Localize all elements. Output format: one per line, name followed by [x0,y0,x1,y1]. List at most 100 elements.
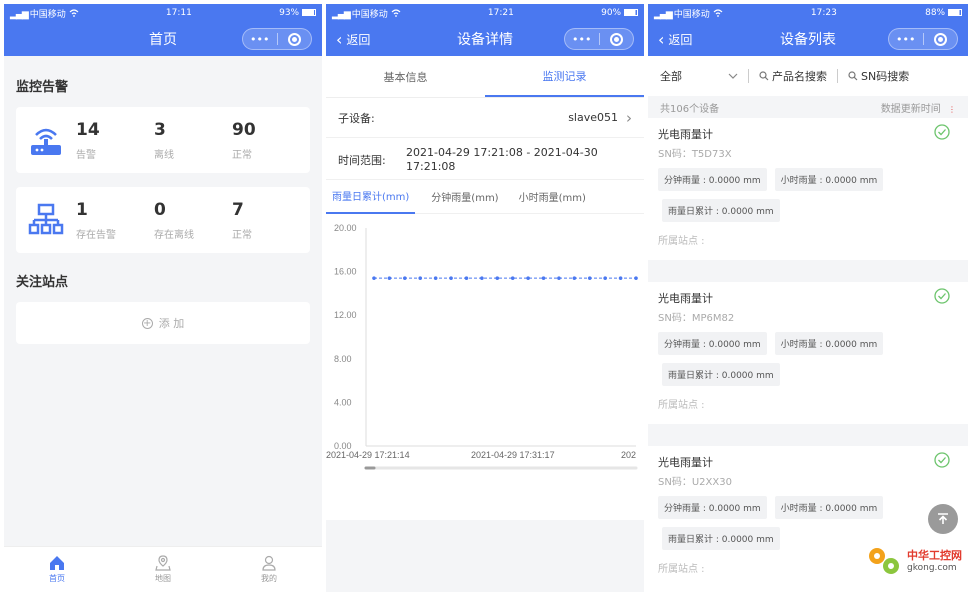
product-search-placeholder: 产品名搜索 [772,70,827,83]
sort-control[interactable]: 数据更新时间 ⋮ [881,100,956,115]
tab-bar: 首页 地图 我的 [4,546,322,592]
sn-search[interactable]: SN码搜索 [848,68,909,84]
x-tick-label: 2021-04-29 17:21:14 [326,450,410,460]
more-button[interactable]: ••• [889,33,923,46]
search-icon [848,71,858,81]
wifi-icon [69,8,79,17]
data-point [587,276,592,280]
data-point [403,276,407,280]
data-point [387,276,392,280]
more-button[interactable]: ••• [565,33,599,46]
subdevice-label: 子设备: [338,111,375,125]
minute-rainfall-chip: 分钟雨量 : 0.0000 mm [658,332,767,355]
data-point [495,276,500,280]
data-point [510,276,515,280]
product-search[interactable]: 产品名搜索 [759,68,827,84]
category-value: 全部 [660,70,682,83]
alarm-stat: 14 告警 [76,120,154,161]
watermark: 中华工控网 gkong.com [864,542,962,578]
device-count: 共106个设备 [660,103,720,115]
data-point [480,276,484,280]
clock: 17:21 [487,8,514,18]
subdevice-row[interactable]: 子设备: slave051 › [326,98,644,138]
home-icon [50,556,64,570]
minute-rainfall-chip: 分钟雨量 : 0.0000 mm [658,496,767,519]
chevron-down-icon [728,73,738,79]
device-card[interactable]: 光电雨量计 SN码：T5D73X 分钟雨量 : 0.0000 mm 小时雨量 : 0.… [648,118,968,260]
battery-icon [301,9,316,16]
stat-number: 1 [76,199,88,220]
close-button[interactable] [600,32,634,46]
device-list-screen: ▂▄▆ 中国移动 17:23 88% ‹ 返回 设备列表 ••• 全部 产品名搜索 … [648,4,968,592]
stat-label: 正常 [232,229,252,241]
tab-mine[interactable]: 我的 [216,547,322,592]
tab-monitor-records[interactable]: 监测记录 [485,56,644,97]
tab-daily-rainfall[interactable]: 雨量日累计(mm) [326,180,416,214]
battery-icon [947,9,962,16]
nav-bar: ‹ 返回 设备详情 ••• [326,22,644,56]
data-point [603,276,607,280]
device-sn: SN码：MP6M82 [658,313,735,324]
back-button[interactable]: ‹ 返回 [658,22,692,56]
data-point [526,276,530,280]
device-list: 光电雨量计 SN码：T5D73X 分钟雨量 : 0.0000 mm 小时雨量 : 0.… [648,118,968,588]
map-icon [155,555,171,571]
back-button[interactable]: ‹ 返回 [336,22,370,56]
tab-map[interactable]: 地图 [110,547,216,592]
watermark-cn: 中华工控网 [907,549,962,562]
battery-level: 88% [925,8,946,18]
status-bar: ▂▄▆ 中国移动 17:21 90% [326,4,644,22]
target-icon [287,32,301,46]
time-range-row[interactable]: 时间范围: 2021-04-29 17:21:08 - 2021-04-30 1… [326,138,644,180]
device-detail-screen: ▂▄▆ 中国移动 17:21 90% ‹ 返回 设备详情 ••• 基本信息 监测记录… [326,4,644,592]
stat-number: 3 [154,119,166,140]
stat-number: 7 [232,199,244,220]
list-header: 共106个设备 数据更新时间 ⋮ [648,96,968,118]
device-site: 所属站点 : [658,236,705,247]
mini-program-capsule: ••• [888,28,958,50]
device-sn: SN码：T5D73X [658,149,732,160]
device-card[interactable]: 光电雨量计 SN码：MP6M82 分钟雨量 : 0.0000 mm 小时雨量 : 0.… [648,282,968,424]
tab-home[interactable]: 首页 [4,547,110,592]
site-normal-stat: 7 正常 [232,200,310,241]
reading-chips: 分钟雨量 : 0.0000 mm 小时雨量 : 0.0000 mm 雨量日累计 : … [658,168,958,230]
page-title: 设备详情 [457,32,513,48]
device-name: 光电雨量计 [658,456,713,469]
data-point [634,276,638,280]
alarm-stats-card[interactable]: 14 告警 3 离线 90 正常 [16,107,310,173]
check-circle-icon [934,124,950,140]
site-alarm-stat: 1 存在告警 [76,200,154,241]
status-bar: ▂▄▆ 中国移动 17:11 93% [4,4,322,22]
signal-icon: ▂▄▆ [10,9,29,20]
target-icon [933,32,947,46]
data-point [418,276,423,280]
x-tick-label: 2021-04-29 17:31:17 [471,450,555,460]
device-sn: SN码：U2XX30 [658,477,732,488]
y-tick-label: 12.00 [334,310,357,320]
offline-stat: 3 离线 [154,120,232,161]
stat-number: 90 [232,119,256,140]
more-button[interactable]: ••• [243,33,277,46]
back-to-top-button[interactable] [928,504,958,534]
data-point [433,276,438,280]
add-site-button[interactable]: + 添 加 [16,302,310,344]
y-tick-label: 16.00 [334,267,357,277]
monitor-alarm-title: 监控告警 [16,80,69,95]
daily-rainfall-chip: 雨量日累计 : 0.0000 mm [662,363,780,386]
carrier: 中国移动 [673,9,710,20]
tab-minute-rainfall[interactable]: 分钟雨量(mm) [425,180,504,214]
close-button[interactable] [924,32,958,46]
site-stats-card[interactable]: 1 存在告警 0 存在离线 7 正常 [16,187,310,253]
rainfall-chart-svg: 0.004.008.0012.0016.0020.002021-04-29 17… [326,223,638,470]
category-dropdown[interactable]: 全部 [660,68,738,84]
time-range-label: 时间范围: [338,154,386,167]
data-point [572,276,577,280]
close-button[interactable] [278,32,312,46]
chevron-left-icon: ‹ [658,29,665,49]
router-icon [16,123,76,157]
tab-basic-info[interactable]: 基本信息 [326,56,485,97]
y-tick-label: 20.00 [334,223,357,233]
divider [748,69,749,83]
tab-hour-rainfall[interactable]: 小时雨量(mm) [513,180,592,214]
check-circle-icon [934,288,950,304]
